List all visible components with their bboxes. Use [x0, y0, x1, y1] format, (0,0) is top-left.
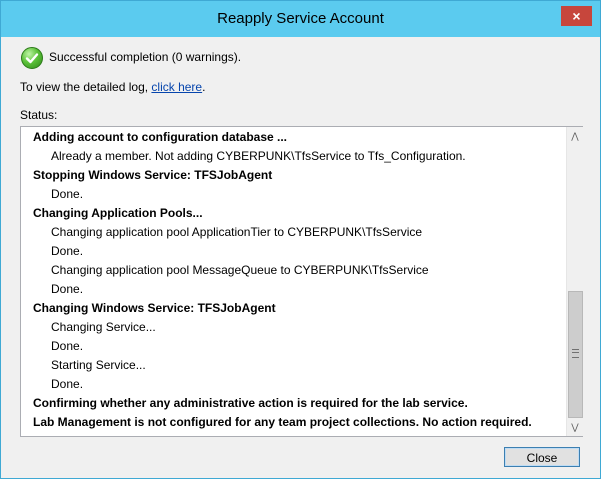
- status-heading-line: Changing Application Pools...: [33, 206, 203, 220]
- status-detail-line: Done.: [51, 187, 84, 201]
- status-detail-line: Done.: [51, 339, 84, 353]
- log-prefix: To view the detailed log,: [20, 80, 152, 94]
- scroll-up-icon[interactable]: ⋀: [567, 128, 583, 144]
- dialog-window: Reapply Service Account × Successful com…: [0, 0, 601, 479]
- status-detail-line: Changing application pool ApplicationTie…: [51, 225, 423, 239]
- completion-message: Successful completion (0 warnings).: [49, 50, 242, 64]
- status-detail-line: Done.: [51, 377, 84, 391]
- close-button[interactable]: Close: [504, 447, 580, 467]
- status-heading-line: Lab Management is not configured for any…: [33, 415, 532, 429]
- window-title: Reapply Service Account: [217, 10, 384, 27]
- status-heading-line: Changing Windows Service: TFSJobAgent: [33, 301, 276, 315]
- status-detail-line: Done.: [51, 244, 84, 258]
- status-scrollbar[interactable]: ⋀ ⋁: [566, 127, 583, 436]
- scroll-thumb[interactable]: [568, 291, 583, 418]
- status-detail-line: Starting Service...: [51, 358, 146, 372]
- status-label: Status:: [20, 108, 58, 122]
- success-check-icon: [21, 47, 43, 69]
- scroll-grip-icon: [572, 349, 579, 358]
- status-log-box[interactable]: Adding account to configuration database…: [20, 126, 583, 437]
- status-detail-line: Changing Service...: [51, 320, 156, 334]
- status-detail-line: Changing application pool MessageQueue t…: [51, 263, 429, 277]
- detailed-log-line: To view the detailed log, click here.: [20, 80, 205, 94]
- status-log-content: Adding account to configuration database…: [21, 127, 566, 436]
- status-detail-line: Done.: [51, 282, 84, 296]
- window-close-icon[interactable]: ×: [561, 6, 592, 26]
- scroll-down-icon[interactable]: ⋁: [567, 419, 583, 435]
- status-heading-line: Stopping Windows Service: TFSJobAgent: [33, 168, 273, 182]
- log-suffix: .: [202, 80, 206, 94]
- status-heading-line: Confirming whether any administrative ac…: [33, 396, 468, 410]
- title-bar[interactable]: Reapply Service Account ×: [1, 1, 600, 37]
- dialog-body: Successful completion (0 warnings). To v…: [8, 37, 593, 471]
- view-log-link[interactable]: click here: [151, 80, 202, 94]
- status-heading-line: Adding account to configuration database…: [33, 130, 288, 144]
- status-detail-line: Already a member. Not adding CYBERPUNK\T…: [51, 149, 466, 163]
